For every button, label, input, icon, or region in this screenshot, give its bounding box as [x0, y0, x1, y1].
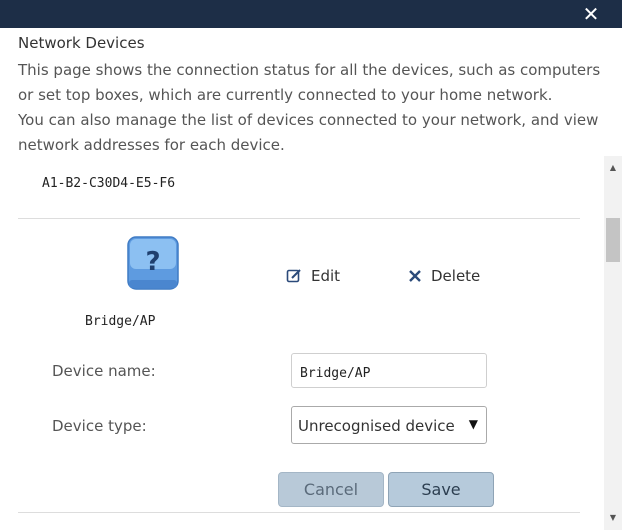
vertical-scrollbar[interactable]: ▲ ▼ [604, 156, 622, 530]
device-mac-address: A1-B2-C30D4-E5-F6 [42, 176, 176, 191]
divider [18, 512, 580, 513]
unknown-device-icon: ? [125, 236, 181, 292]
scrollbar-thumb[interactable] [606, 218, 620, 262]
device-type-value: Unrecognised device [298, 417, 455, 435]
device-name-label: Device name: [52, 362, 156, 380]
cancel-button[interactable]: Cancel [278, 472, 384, 507]
delete-icon [409, 270, 421, 282]
device-label: Bridge/AP [85, 314, 156, 329]
device-type-label: Device type: [52, 417, 147, 435]
save-button[interactable]: Save [388, 472, 494, 507]
intro-text: This page shows the connection status fo… [18, 58, 610, 158]
scroll-up-arrow-icon[interactable]: ▲ [604, 160, 622, 176]
device-type-select[interactable]: Unrecognised device ▼ [291, 406, 487, 444]
close-icon[interactable]: ✕ [580, 3, 602, 25]
dropdown-arrow-icon: ▼ [468, 417, 478, 431]
delete-button[interactable]: Delete [408, 267, 480, 285]
delete-label: Delete [431, 267, 481, 285]
device-name-field[interactable]: Bridge/AP [291, 353, 487, 388]
scroll-down-arrow-icon[interactable]: ▼ [604, 510, 622, 526]
edit-label: Edit [311, 267, 341, 285]
divider [18, 218, 580, 219]
svg-text:?: ? [145, 247, 160, 277]
edit-button[interactable]: Edit [286, 267, 340, 285]
intro-paragraph-1: This page shows the connection status fo… [18, 61, 601, 104]
page-title: Network Devices [18, 34, 145, 52]
dialog-titlebar: ✕ [0, 0, 622, 28]
device-list-panel: A1-B2-C30D4-E5-F6 ? Edit Delete Bridge/A… [0, 156, 604, 530]
intro-paragraph-2: You can also manage the list of devices … [18, 111, 599, 154]
edit-icon [286, 269, 301, 283]
